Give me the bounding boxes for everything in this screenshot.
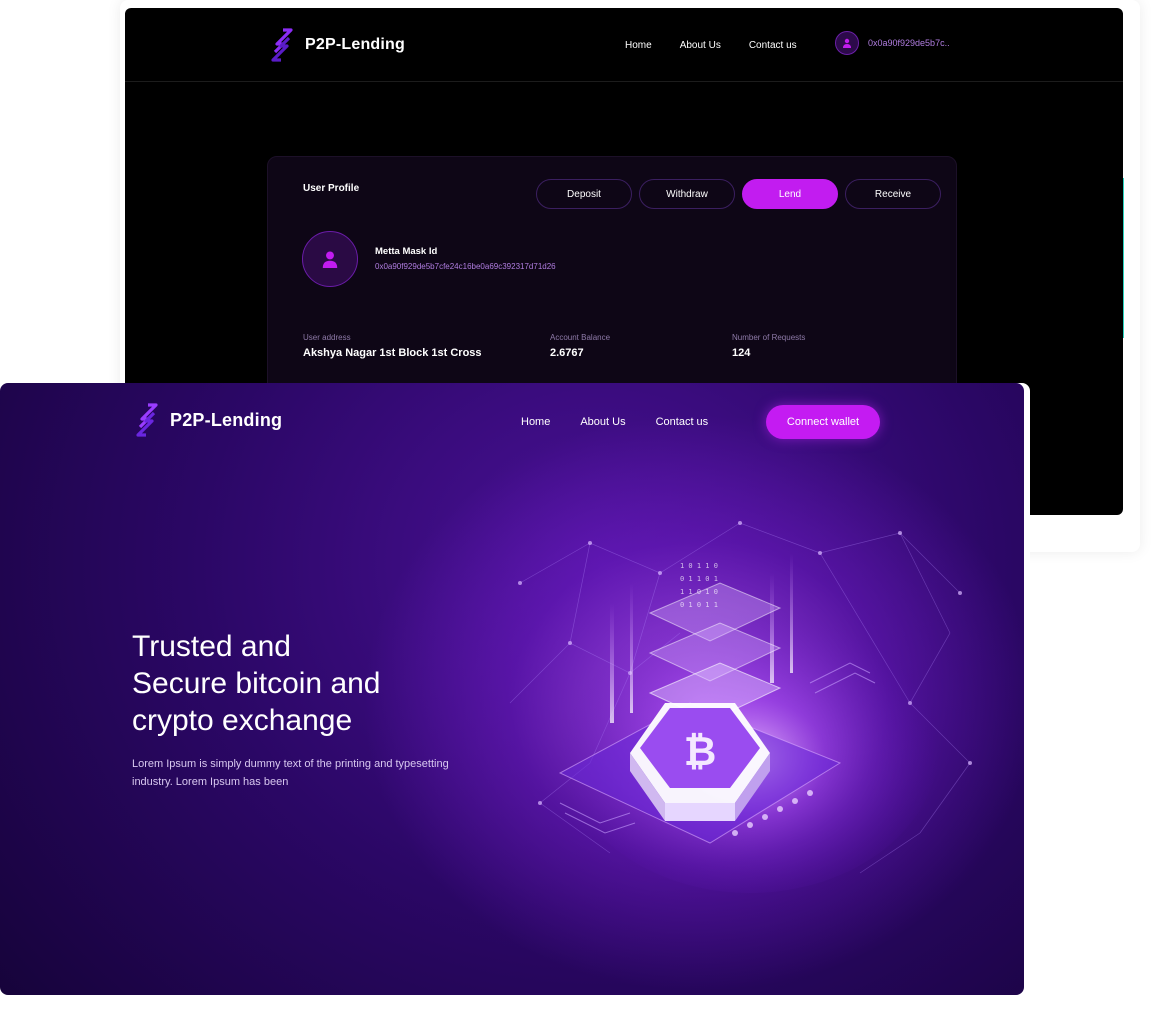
stat-label: User address [303, 333, 351, 342]
stat-value: 2.6767 [550, 347, 584, 359]
user-icon [322, 251, 338, 268]
hero-title-line: Secure bitcoin and [132, 667, 381, 700]
nav-home[interactable]: Home [625, 40, 652, 51]
avatar[interactable] [835, 31, 859, 55]
nav-home[interactable]: Home [521, 416, 550, 428]
nav-contact[interactable]: Contact us [656, 416, 709, 428]
user-icon [843, 38, 851, 48]
logo-icon [136, 403, 158, 437]
nav-about[interactable]: About Us [580, 416, 625, 428]
deposit-button[interactable]: Deposit [536, 179, 632, 209]
nav-about[interactable]: About Us [680, 40, 721, 51]
dashboard-nav: Home About Us Contact us [625, 40, 797, 51]
connect-wallet-button[interactable]: Connect wallet [766, 405, 880, 439]
stat-value: 124 [732, 347, 751, 359]
stat-label: Account Balance [550, 333, 611, 342]
hero-title: Trusted and Secure bitcoin and crypto ex… [132, 628, 532, 739]
wallet-address-short: 0x0a90f929de5b7c.. [868, 38, 950, 48]
stat-account-balance: Account Balance 2.6767 [550, 333, 610, 359]
action-tabs: Deposit Withdraw Lend Receive [536, 179, 941, 209]
logo-icon [271, 28, 293, 62]
dashboard-header: P2P-Lending Home About Us Contact us 0x0… [125, 8, 1123, 82]
stat-user-address: User address Akshya Nagar 1st Block 1st … [303, 333, 482, 359]
wallet-label: Metta Mask Id [375, 246, 438, 257]
landing-logo[interactable]: P2P-Lending [132, 403, 282, 437]
user-menu[interactable]: 0x0a90f929de5b7c.. [835, 31, 950, 55]
brand-name: P2P-Lending [170, 409, 283, 430]
crypto-illustration: 1 0 1 1 0 0 1 1 0 1 1 1 0 1 0 0 1 0 1 1 … [509, 521, 972, 893]
receive-button[interactable]: Receive [845, 179, 941, 209]
nav-contact[interactable]: Contact us [749, 40, 797, 51]
profile-title: User Profile [303, 183, 360, 194]
landing-window: P2P-Lending Home About Us Contact us Con… [0, 383, 1024, 995]
svg-text:1 0 1 1 0: 1 0 1 1 0 [680, 562, 718, 570]
svg-text:1 1 0 1 0: 1 1 0 1 0 [680, 588, 718, 596]
wallet-id: 0x0a90f929de5b7cfe24c16be0a69c392317d71d… [375, 262, 556, 271]
window-shadow [14, 995, 1030, 999]
brand-name: P2P-Lending [305, 36, 405, 53]
stat-number-of-requests: Number of Requests 124 [732, 333, 805, 359]
hero-title-line: Trusted and [132, 630, 291, 663]
svg-text:0 1 0 1 1: 0 1 0 1 1 [680, 601, 718, 609]
profile-avatar [302, 231, 358, 287]
user-profile-card: User Profile Deposit Withdraw Lend Recei… [267, 156, 957, 396]
landing-nav: Home About Us Contact us [521, 416, 708, 428]
hero-title-line: crypto exchange [132, 704, 353, 737]
dashboard-logo[interactable]: P2P-Lending [267, 28, 405, 62]
hero-subtitle: Lorem Ipsum is simply dummy text of the … [132, 758, 449, 788]
stat-label: Number of Requests [732, 333, 806, 342]
svg-text:₿: ₿ [684, 729, 717, 775]
withdraw-button[interactable]: Withdraw [639, 179, 735, 209]
lend-button[interactable]: Lend [742, 179, 838, 209]
svg-text:0 1 1 0 1: 0 1 1 0 1 [680, 575, 718, 583]
stat-value: Akshya Nagar 1st Block 1st Cross [303, 347, 482, 359]
binary-code: 1 0 1 1 0 0 1 1 0 1 1 1 0 1 0 0 1 0 1 1 [680, 562, 718, 609]
